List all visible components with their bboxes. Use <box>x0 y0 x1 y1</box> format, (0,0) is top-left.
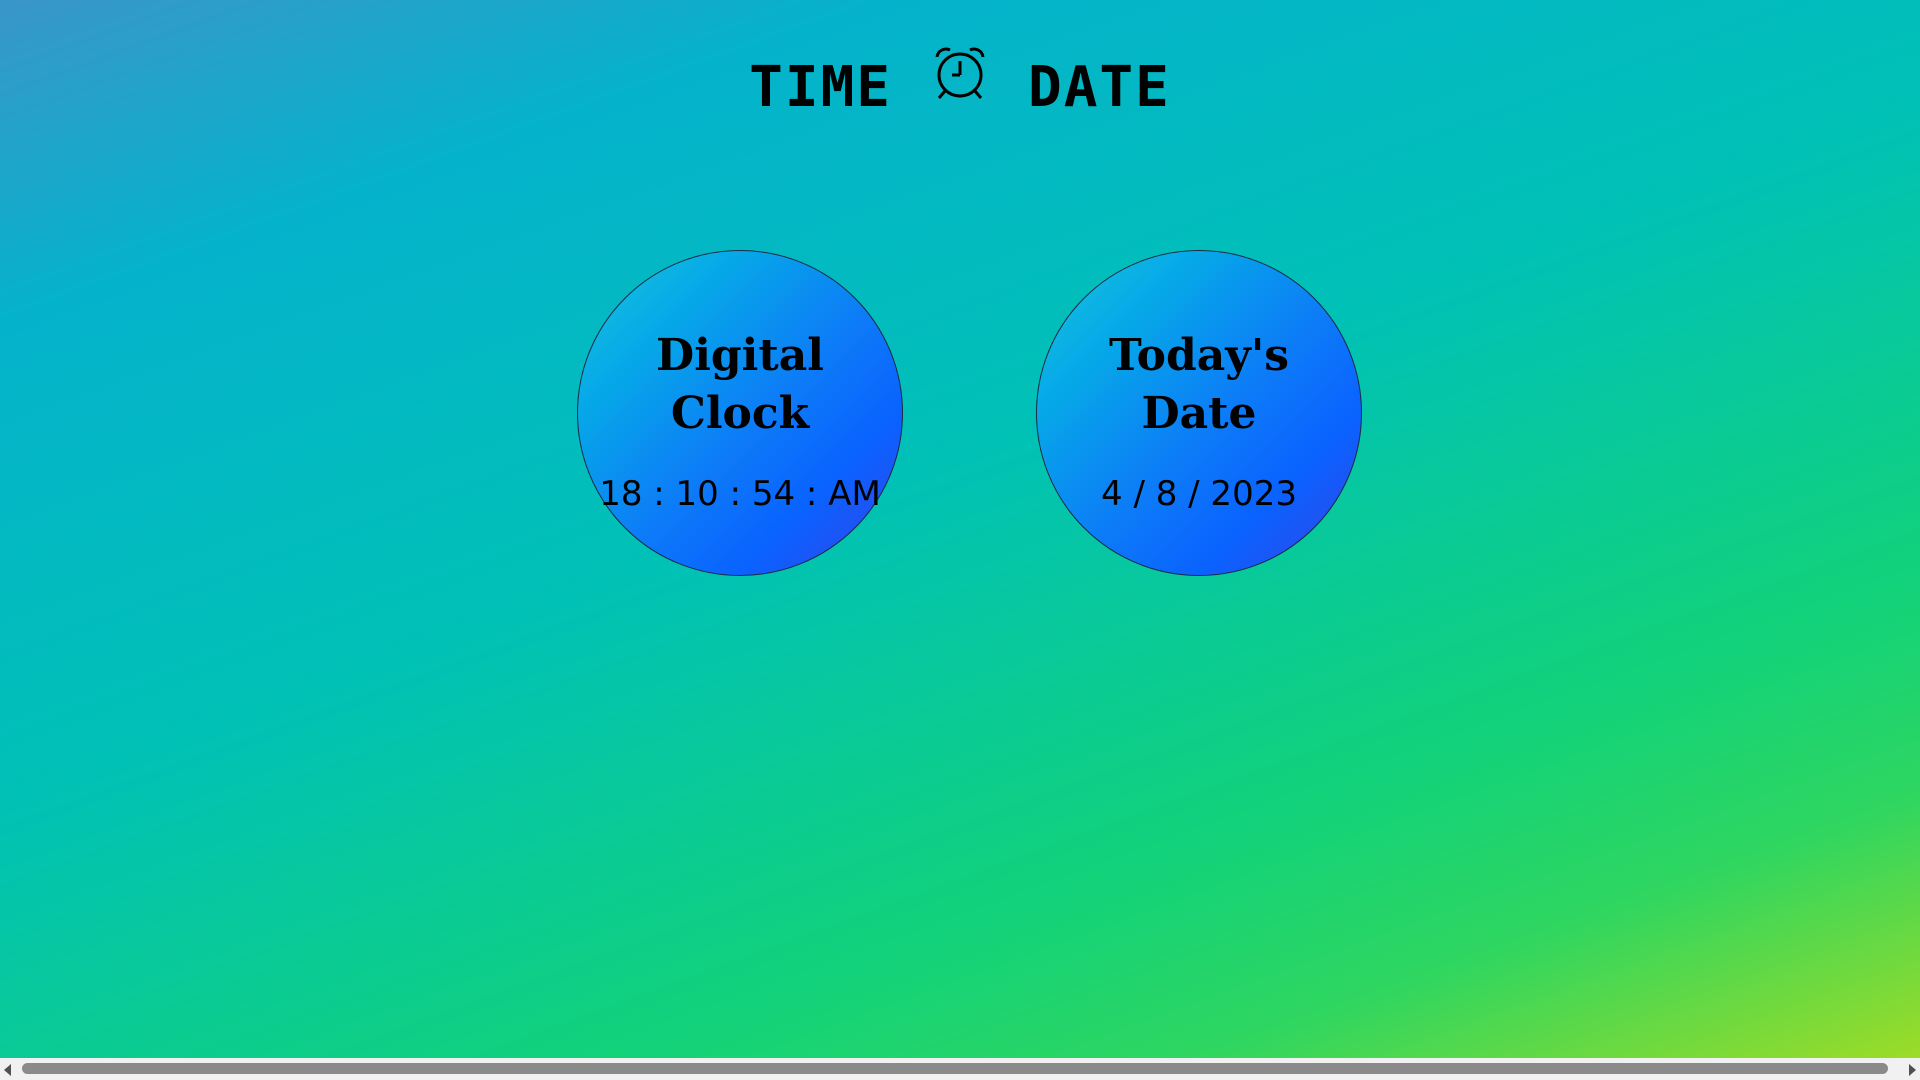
alarm-clock-icon <box>928 41 992 105</box>
scroll-left-arrow-icon[interactable] <box>4 1064 11 1076</box>
todays-date-value: 4 / 8 / 2023 <box>1101 474 1297 514</box>
todays-date-card: Today's Date 4 / 8 / 2023 <box>1036 250 1362 576</box>
header-time-label: TIME <box>749 55 892 120</box>
digital-clock-title: Digital Clock <box>656 330 824 439</box>
scroll-right-arrow-icon[interactable] <box>1909 1064 1916 1076</box>
digital-clock-card: Digital Clock 18 : 10 : 54 : AM <box>577 250 903 576</box>
header-date-label: DATE <box>1028 55 1171 120</box>
horizontal-scrollbar[interactable] <box>0 1058 1920 1080</box>
scrollbar-thumb[interactable] <box>22 1063 1888 1074</box>
todays-date-title: Today's Date <box>1108 330 1290 439</box>
digital-clock-time: 18 : 10 : 54 : AM <box>599 474 881 514</box>
page: TIME DATE Digital Clock 18 : 10 : 54 : A… <box>0 0 1920 1058</box>
page-header: TIME DATE <box>0 36 1920 116</box>
